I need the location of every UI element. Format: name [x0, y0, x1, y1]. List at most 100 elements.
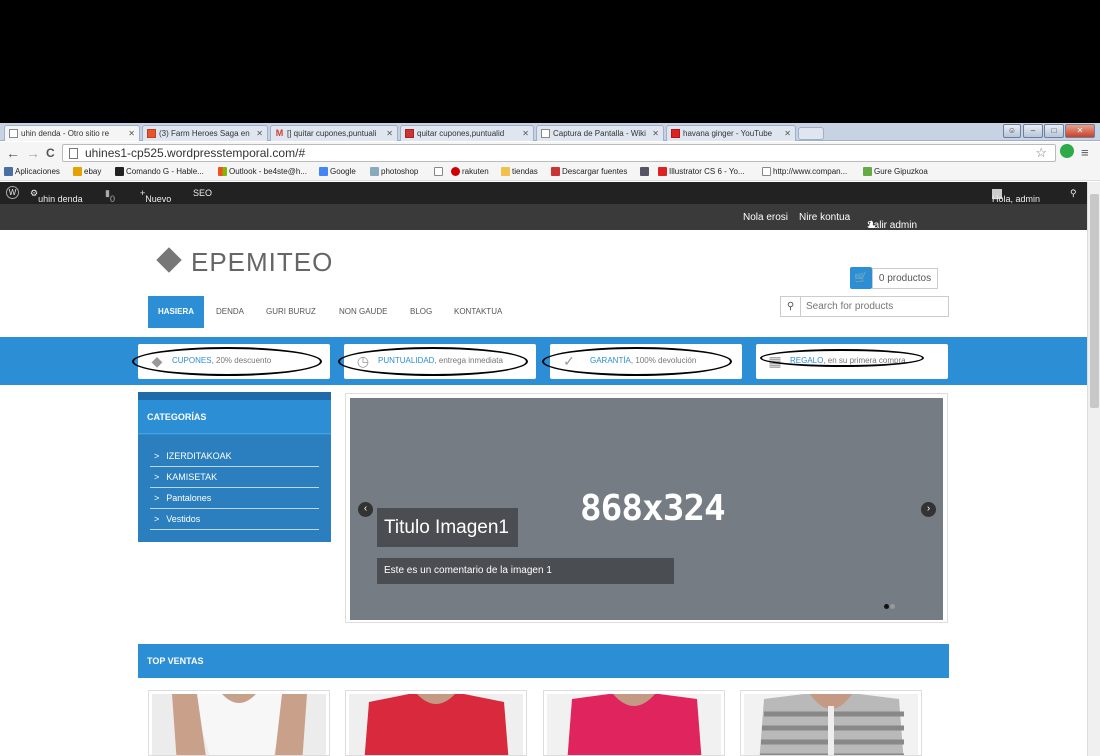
- tab-youtube[interactable]: havana ginger - YouTube ✕: [666, 125, 796, 141]
- tab-uhin-denda[interactable]: uhin denda - Otro sitio re ✕: [4, 125, 140, 141]
- bookmark-descargar-fuentes[interactable]: Descargar fuentes: [551, 167, 627, 176]
- feather-icon: [370, 167, 379, 176]
- extension-icon[interactable]: [1060, 144, 1074, 158]
- back-icon[interactable]: ←: [6, 144, 20, 162]
- logo-text: EPEMITEO: [191, 247, 334, 277]
- bookmark-apps[interactable]: Aplicaciones: [4, 167, 60, 176]
- comments-link[interactable]: ▮ 0: [105, 188, 115, 204]
- slider-next-arrow-icon[interactable]: ›: [921, 502, 936, 517]
- product-card[interactable]: [148, 690, 330, 756]
- bookmark-label: Gure Gipuzkoa: [874, 167, 928, 176]
- bookmark-rakuten[interactable]: rakuten: [451, 167, 489, 176]
- minimize-button[interactable]: –: [1023, 124, 1043, 138]
- bookmark-gure-gipuzkoa[interactable]: Gure Gipuzkoa: [863, 167, 928, 176]
- admin-site-link[interactable]: ⚙ uhin denda: [30, 188, 83, 204]
- new-tab-button[interactable]: [798, 127, 824, 140]
- new-link[interactable]: + Nuevo: [140, 188, 171, 204]
- tab-title: (3) Farm Heroes Saga en: [159, 129, 250, 138]
- search-input[interactable]: [802, 297, 948, 316]
- menu-icon[interactable]: ≡: [1081, 144, 1089, 162]
- browser-window: uhin denda - Otro sitio re ✕ (3) Farm He…: [0, 123, 1100, 756]
- my-account-link[interactable]: Nire kontua: [799, 212, 850, 223]
- tab-quitar-cupones[interactable]: quitar cupones,puntualid ✕: [400, 125, 534, 141]
- bookmark-label: tiendas: [512, 167, 538, 176]
- categories-top-strip: [138, 392, 331, 400]
- product-card[interactable]: [345, 690, 527, 756]
- gmail-icon: M: [275, 128, 284, 138]
- tab-wiki[interactable]: Captura de Pantalla - Wiki ✕: [536, 125, 664, 141]
- categories-list: > IZERDITAKOAK > KAMISETAK > Pantalones > Ve…: [138, 435, 331, 542]
- tab-farm-heroes[interactable]: (3) Farm Heroes Saga en ✕: [142, 125, 268, 141]
- nav-item-blog[interactable]: BLOG: [410, 296, 432, 328]
- feature-garantia[interactable]: ✓ GARANTÍA, 100% devolución: [542, 344, 742, 379]
- nav-item-guri-buruz[interactable]: GURI BURUZ: [266, 296, 316, 328]
- close-icon[interactable]: ✕: [652, 129, 659, 138]
- wordpress-icon[interactable]: W: [6, 186, 19, 199]
- windows-icon: [218, 167, 227, 176]
- search-icon[interactable]: ⚲: [781, 297, 801, 316]
- bookmark-label: photoshop: [381, 167, 419, 176]
- slider-prev-arrow-icon[interactable]: ‹: [358, 502, 373, 517]
- close-icon[interactable]: ✕: [386, 129, 393, 138]
- bookmark-photoshop[interactable]: photoshop: [370, 167, 418, 176]
- close-icon[interactable]: ✕: [522, 129, 529, 138]
- cart-count[interactable]: 0 productos: [872, 268, 938, 289]
- bookmark-outlook[interactable]: Outlook - be4ste@h...: [218, 167, 307, 176]
- youtube-icon: [671, 129, 680, 138]
- slider-dot[interactable]: [890, 604, 895, 609]
- page-scrollbar[interactable]: [1087, 182, 1100, 756]
- tab-title: quitar cupones,puntualid: [417, 129, 505, 138]
- nav-item-hasiera[interactable]: HASIERA: [148, 296, 205, 328]
- bookmark-tiendas[interactable]: tiendas: [501, 167, 538, 176]
- wp-admin-bar: W ⚙ uhin denda ▮ 0 + Nuevo SEO Hola, adm…: [0, 182, 1087, 204]
- bookmark-label: Descargar fuentes: [562, 167, 628, 176]
- feature-cupones[interactable]: ◆ CUPONES, 20% descuento: [132, 344, 330, 379]
- user-icon[interactable]: ☺: [1003, 124, 1021, 138]
- cart-icon[interactable]: 🛒: [850, 267, 872, 289]
- how-to-buy-link[interactable]: Nola erosi: [743, 212, 788, 223]
- category-item[interactable]: > KAMISETAK: [150, 467, 319, 488]
- game-icon: [147, 129, 156, 138]
- bookmark-label: Illustrator CS 6 - Yo...: [669, 167, 745, 176]
- search-icon[interactable]: ⚲: [1070, 188, 1077, 199]
- scrollbar-thumb[interactable]: [1090, 194, 1099, 408]
- category-label: IZERDITAKOAK: [166, 451, 232, 461]
- nav-item-non-gaude[interactable]: NON GAUDE: [339, 296, 387, 328]
- close-icon[interactable]: ✕: [784, 129, 791, 138]
- feature-regalo[interactable]: ▦ REGALO, en su primera compra: [756, 344, 948, 379]
- url-input[interactable]: uhines1-cp525.wordpresstemporal.com/# ☆: [62, 144, 1056, 162]
- seo-link[interactable]: SEO: [193, 188, 212, 198]
- nav-item-denda[interactable]: DENDA: [216, 296, 244, 328]
- maximize-button[interactable]: □: [1044, 124, 1064, 138]
- bookmark-compan[interactable]: http://www.compan...: [762, 167, 847, 176]
- tab-gmail[interactable]: M [] quitar cupones,puntuali ✕: [270, 125, 398, 141]
- category-item[interactable]: > IZERDITAKOAK: [150, 446, 319, 467]
- star-icon[interactable]: ☆: [1035, 145, 1047, 161]
- category-item[interactable]: > Pantalones: [150, 488, 319, 509]
- nav-item-kontaktua[interactable]: KONTAKTUA: [454, 296, 502, 328]
- slide-image: 868x324 Titulo Imagen1 Este es un coment…: [350, 398, 943, 620]
- chevron-right-icon: >: [154, 514, 160, 524]
- category-label: Pantalones: [166, 493, 212, 503]
- bookmark-label: rakuten: [462, 167, 489, 176]
- categories-panel: CATEGORÍAS > IZERDITAKOAK > KAMISETAK > Pan…: [138, 392, 331, 542]
- product-card[interactable]: [740, 690, 922, 756]
- forward-icon[interactable]: →: [26, 144, 40, 162]
- bookmark-comando-g[interactable]: Comando G - Hable...: [115, 167, 204, 176]
- slider-dot[interactable]: [884, 604, 889, 609]
- reload-icon[interactable]: C: [46, 144, 55, 162]
- bookmark-label: ebay: [84, 167, 102, 176]
- site-logo[interactable]: EPEMITEO: [156, 247, 334, 278]
- ebay-icon: [73, 167, 82, 176]
- bookmark-illustrator[interactable]: Illustrator CS 6 - Yo...: [658, 167, 745, 176]
- close-icon[interactable]: ✕: [128, 129, 135, 138]
- bookmark-ebay[interactable]: ebay: [73, 167, 101, 176]
- product-card[interactable]: [543, 690, 725, 756]
- account-menu[interactable]: Hola, admin: [992, 188, 1040, 204]
- feature-puntualidad[interactable]: ◷ PUNTUALIDAD, entrega inmediata: [338, 344, 536, 379]
- bookmark-label: Comando G - Hable...: [126, 167, 204, 176]
- close-icon[interactable]: ✕: [256, 129, 263, 138]
- close-window-button[interactable]: ✕: [1065, 124, 1095, 138]
- bookmark-google[interactable]: Google: [319, 167, 356, 176]
- category-item[interactable]: > Vestidos: [150, 509, 319, 530]
